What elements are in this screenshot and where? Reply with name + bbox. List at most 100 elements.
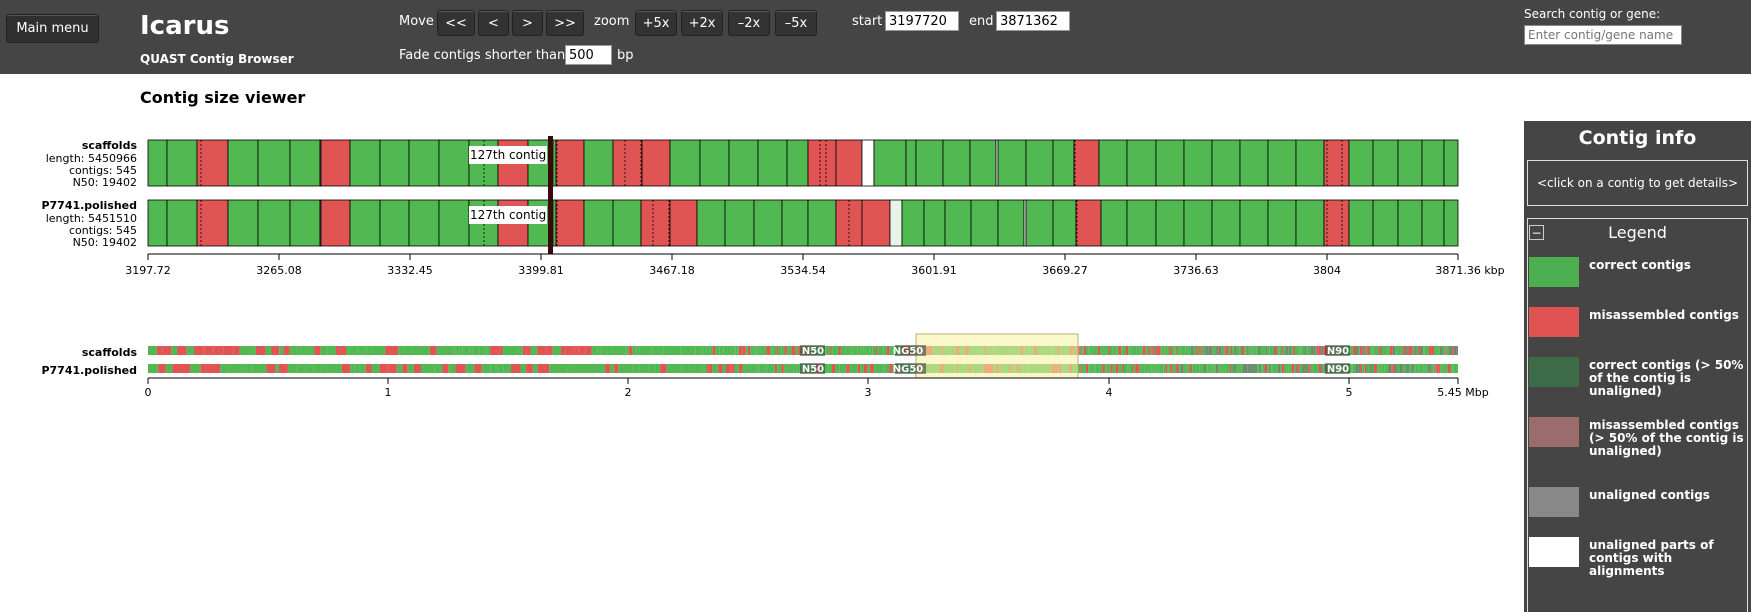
contig-block[interactable] bbox=[699, 139, 730, 187]
contig-block[interactable] bbox=[835, 139, 863, 187]
contig-block[interactable] bbox=[555, 199, 585, 247]
fade-threshold-input[interactable] bbox=[565, 45, 612, 65]
contig-block[interactable] bbox=[997, 199, 1025, 247]
end-input[interactable] bbox=[996, 11, 1070, 31]
contig-block[interactable] bbox=[724, 199, 755, 247]
contig-block[interactable] bbox=[753, 199, 783, 247]
contig-block[interactable] bbox=[923, 199, 946, 247]
contig-block[interactable] bbox=[757, 139, 788, 187]
contig-block[interactable] bbox=[166, 199, 198, 247]
zoom-out-2x-button[interactable]: –2x bbox=[728, 10, 770, 36]
contig-block[interactable] bbox=[289, 199, 321, 247]
contig-block[interactable] bbox=[786, 139, 809, 187]
contig-block[interactable] bbox=[1155, 139, 1185, 187]
contig-block[interactable] bbox=[1348, 199, 1374, 247]
contig-block[interactable] bbox=[147, 139, 168, 187]
contig-block[interactable] bbox=[901, 199, 925, 247]
contig-block[interactable] bbox=[1421, 139, 1445, 187]
contig-block[interactable] bbox=[915, 139, 944, 187]
contig-block[interactable] bbox=[320, 199, 351, 247]
contig-block[interactable] bbox=[861, 139, 875, 187]
zoom-out-5x-button[interactable]: –5x bbox=[775, 10, 817, 36]
contig-block[interactable] bbox=[1025, 139, 1054, 187]
assembly-1-track[interactable] bbox=[147, 139, 1459, 187]
contig-block[interactable] bbox=[320, 139, 351, 187]
contig-block[interactable] bbox=[1372, 199, 1399, 247]
contig-block[interactable] bbox=[728, 139, 759, 187]
contig-block[interactable] bbox=[583, 199, 614, 247]
contig-block[interactable] bbox=[1267, 139, 1297, 187]
contig-block[interactable] bbox=[408, 199, 440, 247]
assembly-2-track[interactable] bbox=[147, 199, 1459, 247]
move-left-button[interactable]: < bbox=[478, 10, 509, 36]
contig-block[interactable] bbox=[379, 139, 410, 187]
contig-block[interactable] bbox=[970, 199, 999, 247]
zoom-in-2x-button[interactable]: +2x bbox=[681, 10, 723, 36]
contig-block[interactable] bbox=[997, 139, 1027, 187]
contig-block[interactable] bbox=[1295, 139, 1325, 187]
contig-block[interactable] bbox=[905, 139, 917, 187]
contig-block[interactable] bbox=[1211, 139, 1241, 187]
contig-block[interactable] bbox=[781, 199, 809, 247]
contig-block[interactable] bbox=[1052, 199, 1077, 247]
contig-block[interactable] bbox=[807, 199, 837, 247]
contig-block[interactable] bbox=[1126, 139, 1157, 187]
contig-viewer-canvas[interactable]: scaffolds length: 5450966 contigs: 545 N… bbox=[0, 72, 1510, 612]
contig-block[interactable] bbox=[1052, 139, 1075, 187]
contig-block[interactable] bbox=[227, 199, 259, 247]
contig-block[interactable] bbox=[166, 139, 198, 187]
main-menu-button[interactable]: Main menu bbox=[6, 14, 99, 43]
contig-block[interactable] bbox=[1267, 199, 1297, 247]
contig-block[interactable] bbox=[873, 139, 907, 187]
contig-block[interactable] bbox=[807, 139, 837, 187]
search-input[interactable] bbox=[1524, 25, 1682, 45]
contig-block[interactable] bbox=[1443, 139, 1459, 187]
contig-block[interactable] bbox=[379, 199, 410, 247]
contig-block[interactable] bbox=[1239, 139, 1269, 187]
contig-block[interactable] bbox=[257, 139, 291, 187]
contig-block[interactable] bbox=[147, 199, 168, 247]
move-far-right-button[interactable]: >> bbox=[546, 10, 584, 36]
contig-block[interactable] bbox=[1421, 199, 1445, 247]
contig-block[interactable] bbox=[1211, 199, 1241, 247]
contig-block[interactable] bbox=[438, 199, 470, 247]
contig-block[interactable] bbox=[889, 199, 903, 247]
contig-block[interactable] bbox=[1323, 199, 1350, 247]
contig-block[interactable] bbox=[1100, 199, 1128, 247]
contig-block[interactable] bbox=[696, 199, 726, 247]
contig-block[interactable] bbox=[1183, 199, 1213, 247]
contig-block[interactable] bbox=[583, 139, 614, 187]
zoom-in-5x-button[interactable]: +5x bbox=[635, 10, 677, 36]
contig-block[interactable] bbox=[257, 199, 291, 247]
overview-selection-brush[interactable] bbox=[915, 333, 1079, 379]
contig-block[interactable] bbox=[641, 139, 671, 187]
contig-block[interactable] bbox=[1348, 139, 1374, 187]
contig-block[interactable] bbox=[227, 139, 259, 187]
contig-block[interactable] bbox=[969, 139, 997, 187]
contig-block[interactable] bbox=[1126, 199, 1157, 247]
contig-block[interactable] bbox=[552, 139, 557, 187]
contig-block[interactable] bbox=[1025, 199, 1054, 247]
move-far-left-button[interactable]: << bbox=[437, 10, 475, 36]
contig-block[interactable] bbox=[669, 199, 698, 247]
contig-block[interactable] bbox=[438, 139, 470, 187]
contig-block[interactable] bbox=[1443, 199, 1459, 247]
start-input[interactable] bbox=[885, 11, 959, 31]
contig-block[interactable] bbox=[408, 139, 440, 187]
contig-block[interactable] bbox=[349, 199, 381, 247]
position-cursor[interactable] bbox=[548, 136, 553, 254]
contig-block[interactable] bbox=[1075, 199, 1102, 247]
contig-block[interactable] bbox=[612, 199, 642, 247]
contig-block[interactable] bbox=[1323, 139, 1350, 187]
contig-block[interactable] bbox=[1372, 139, 1399, 187]
contig-block[interactable] bbox=[1397, 139, 1423, 187]
contig-block[interactable] bbox=[944, 199, 972, 247]
contig-block[interactable] bbox=[640, 199, 671, 247]
contig-block[interactable] bbox=[1239, 199, 1269, 247]
contig-block[interactable] bbox=[612, 139, 643, 187]
contig-block[interactable] bbox=[555, 139, 585, 187]
contig-block[interactable] bbox=[196, 139, 229, 187]
contig-block[interactable] bbox=[552, 199, 557, 247]
contig-block[interactable] bbox=[942, 139, 971, 187]
contig-block[interactable] bbox=[196, 199, 229, 247]
